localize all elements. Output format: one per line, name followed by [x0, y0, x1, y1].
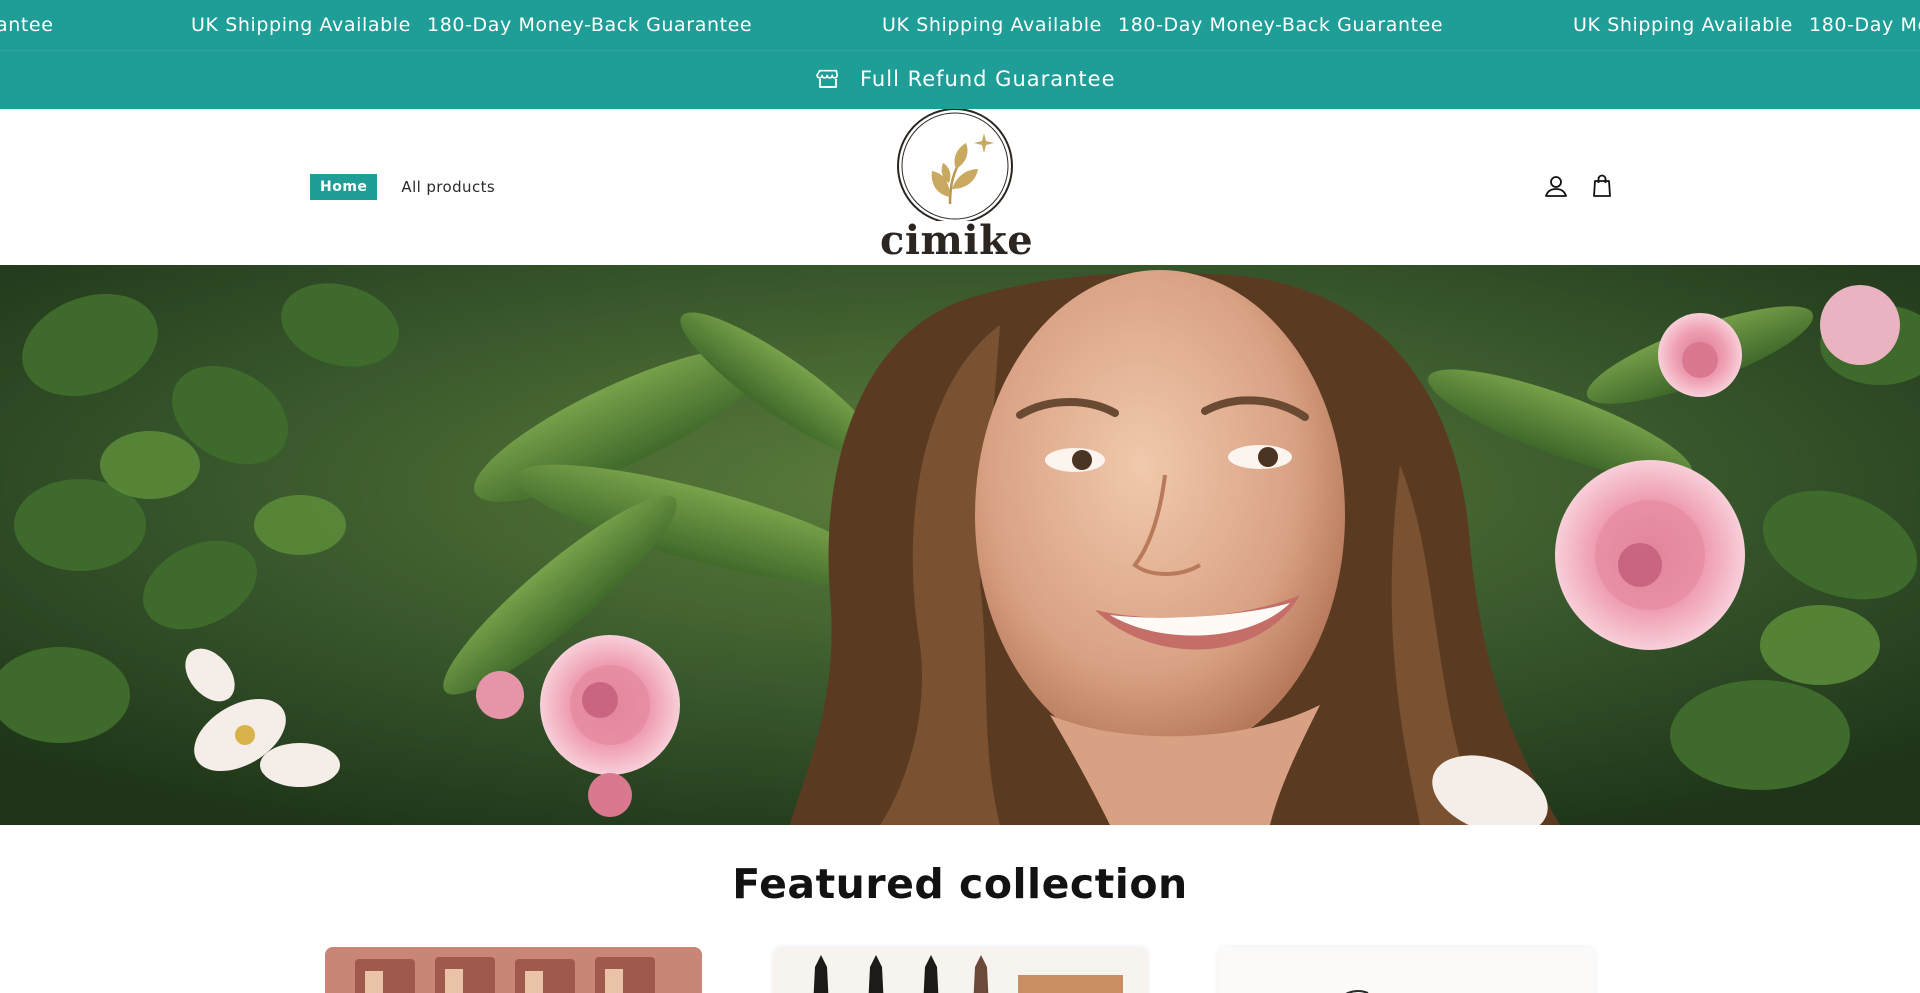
site-logo[interactable]: cimike [880, 108, 1034, 265]
marquee-item: 180-Day Mo [1809, 14, 1920, 36]
main-nav: Home All products [310, 174, 495, 200]
product-card[interactable] [1218, 947, 1595, 993]
marquee-item: UK Shipping Available [191, 14, 411, 36]
marquee-item: UK Shipping Available [882, 14, 1102, 36]
product-image [325, 947, 702, 993]
account-icon[interactable] [1543, 173, 1569, 199]
shipping-marquee: antee UK Shipping Available 180-Day Mone… [0, 0, 1920, 50]
logo-emblem-icon [897, 108, 1013, 224]
hero-illustration [0, 265, 1920, 825]
marquee-item: 180-Day Money-Back Guarantee [1118, 14, 1444, 36]
marquee-item: UK Shipping Available [1573, 14, 1793, 36]
product-card[interactable] [773, 947, 1148, 993]
product-image [773, 947, 1148, 993]
nav-link-home[interactable]: Home [310, 174, 378, 200]
store-icon [816, 69, 839, 88]
site-header: Home All products cimike [0, 108, 1920, 265]
logo-wordmark: cimike [880, 217, 1034, 264]
featured-collection-title: Featured collection [732, 860, 1188, 908]
marquee-item: antee [0, 14, 54, 36]
hero-banner-image [0, 265, 1920, 825]
header-actions [1543, 173, 1615, 199]
announcement-bar: Full Refund Guarantee [0, 50, 1920, 109]
nav-link-all-products[interactable]: All products [401, 178, 495, 196]
product-card[interactable] [325, 947, 702, 993]
marquee-item: 180-Day Money-Back Guarantee [427, 14, 753, 36]
product-image [1218, 947, 1595, 993]
announcement-text: Full Refund Guarantee [860, 67, 1116, 91]
cart-icon[interactable] [1589, 173, 1615, 199]
